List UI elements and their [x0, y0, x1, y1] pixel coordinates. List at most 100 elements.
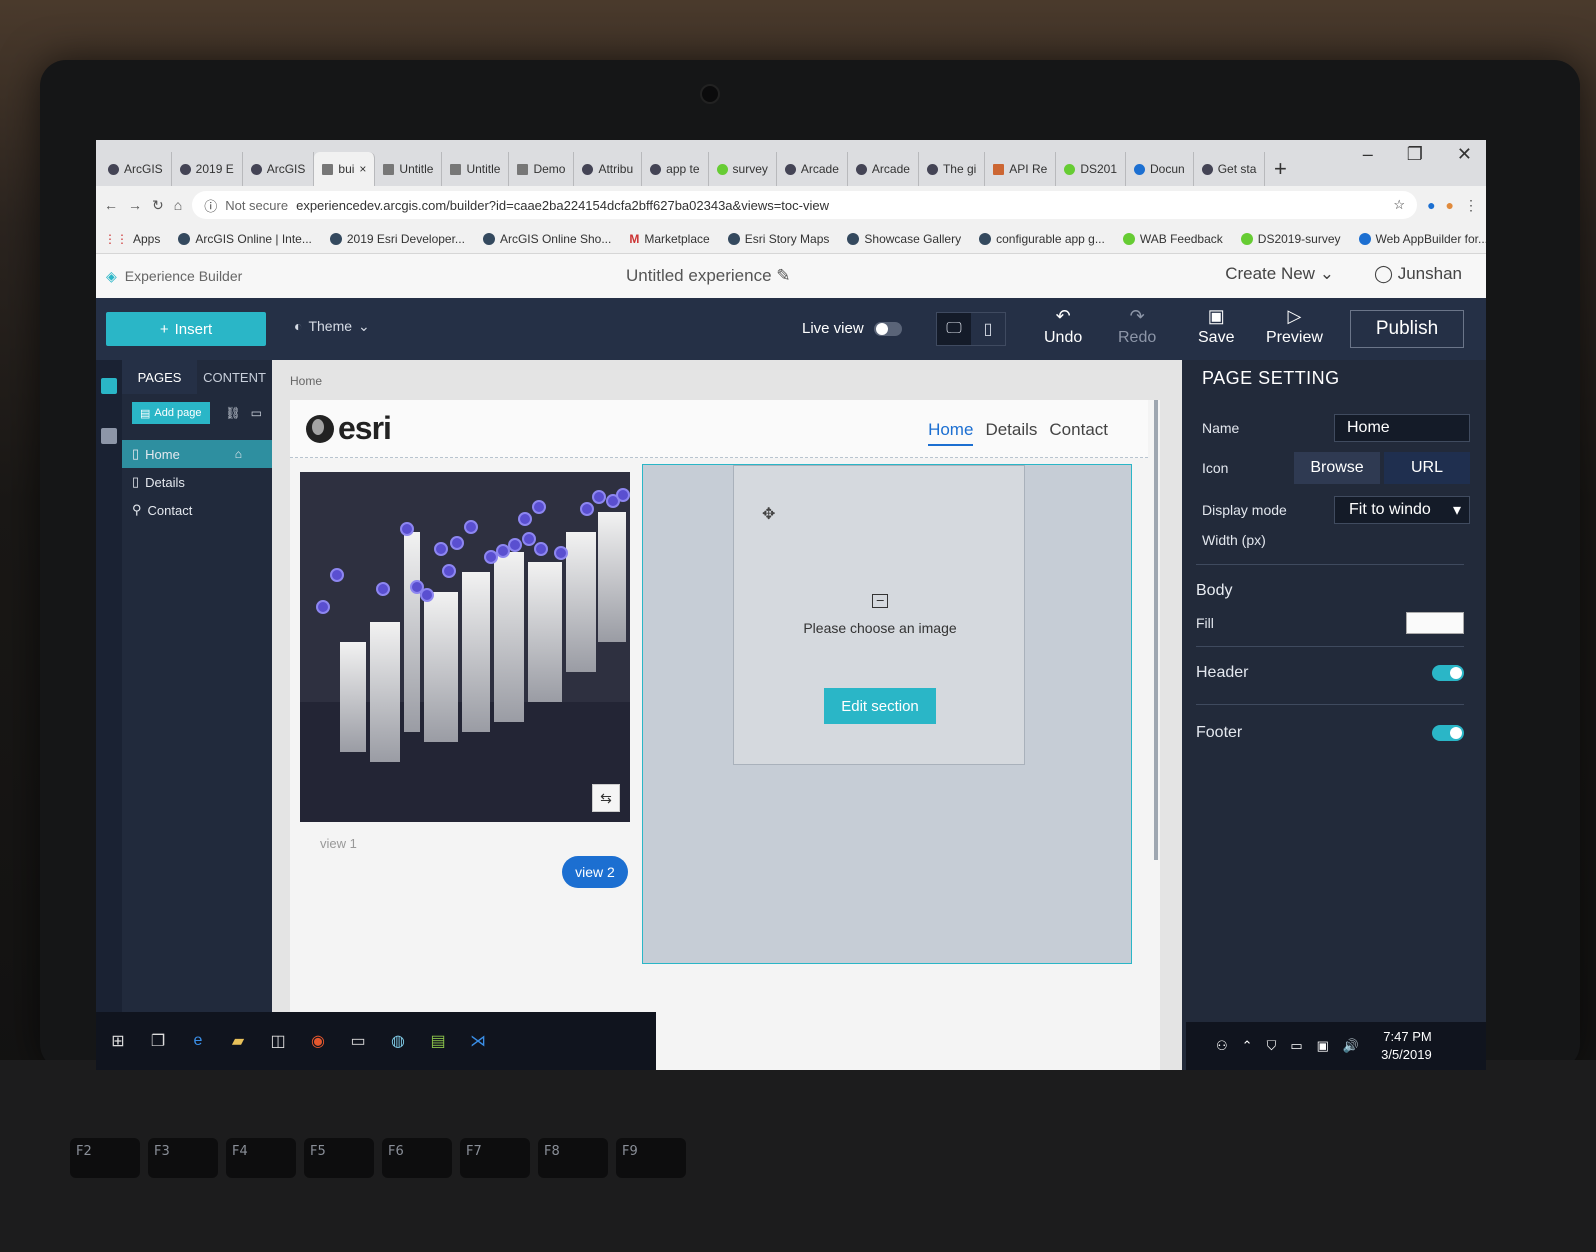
canvas-scrollbar[interactable] — [1154, 400, 1158, 860]
edge-icon[interactable]: e — [188, 1031, 208, 1051]
home-icon[interactable]: ⌂ — [174, 197, 182, 213]
user-menu[interactable]: ◯ Junshan — [1374, 264, 1462, 284]
close-tab-icon[interactable]: × — [359, 162, 366, 176]
star-icon[interactable]: ☆ — [1393, 197, 1405, 213]
profile-avatar[interactable]: ● — [1446, 197, 1454, 213]
desktop-icon[interactable]: 🖵 — [937, 313, 971, 345]
map-pin-icon[interactable] — [330, 568, 344, 582]
bookmark-item[interactable]: M Marketplace — [629, 232, 709, 246]
view-2-button[interactable]: view 2 — [562, 856, 628, 888]
browse-button[interactable]: Browse — [1294, 452, 1380, 484]
section-container[interactable]: ✥ Please choose an image Edit section — [642, 464, 1132, 964]
nav-details[interactable]: Details — [985, 420, 1037, 446]
shield-icon[interactable]: ⛉ — [1267, 1038, 1277, 1054]
insert-button[interactable]: + Insert — [106, 312, 266, 346]
map-pin-icon[interactable] — [420, 588, 434, 602]
page-item-home[interactable]: ▯ Home ⌂ — [122, 440, 272, 468]
map-pin-icon[interactable] — [450, 536, 464, 550]
window-icon[interactable]: ▭ — [348, 1031, 368, 1051]
display-mode-select[interactable]: Fit to windo ▾ — [1334, 496, 1470, 524]
redo-button[interactable]: ↷ Redo — [1118, 306, 1156, 347]
page-item-contact[interactable]: ⚲ Contact — [122, 496, 272, 524]
theme-button[interactable]: ◐ Theme ⌄ — [294, 318, 370, 335]
bookmark-item[interactable]: Showcase Gallery — [847, 232, 961, 246]
map-pin-icon[interactable] — [376, 582, 390, 596]
browser-tab[interactable]: DS201 — [1056, 152, 1127, 186]
bookmark-item[interactable]: configurable app g... — [979, 232, 1105, 246]
fill-color-swatch[interactable] — [1406, 612, 1464, 634]
map-pin-icon[interactable] — [442, 564, 456, 578]
volume-icon[interactable]: 🔊 — [1343, 1038, 1359, 1054]
vscode-icon[interactable]: ⋊ — [468, 1031, 488, 1051]
browser-tab[interactable]: app te — [642, 152, 709, 186]
experience-title[interactable]: Untitled experience ✎ — [626, 266, 791, 286]
map-pin-icon[interactable] — [532, 500, 546, 514]
header-toggle[interactable] — [1432, 665, 1464, 681]
browser-tab-active[interactable]: bui × — [314, 152, 376, 186]
undo-button[interactable]: ↶ Undo — [1044, 306, 1082, 347]
map-pin-icon[interactable] — [400, 522, 414, 536]
file-explorer-icon[interactable]: ▰ — [228, 1031, 248, 1051]
swap-view-button[interactable]: ⇆ — [592, 784, 620, 812]
reload-icon[interactable]: ↻ — [152, 197, 164, 214]
map-pin-icon[interactable] — [534, 542, 548, 556]
browser-tab[interactable]: Attribu — [574, 152, 643, 186]
browser-tab[interactable]: ArcGIS — [243, 152, 315, 186]
mobile-icon[interactable]: ▯ — [971, 313, 1005, 345]
chrome-icon[interactable]: ◉ — [308, 1031, 328, 1051]
close-window-icon[interactable]: ✕ — [1457, 144, 1472, 165]
tab-pages[interactable]: PAGES — [122, 360, 197, 394]
extension-icon[interactable]: ● — [1427, 197, 1435, 213]
browser-tab[interactable]: Get sta — [1194, 152, 1266, 186]
publish-button[interactable]: Publish — [1350, 310, 1464, 348]
folder-icon[interactable]: ▭ — [251, 406, 262, 420]
minimize-icon[interactable]: – — [1363, 144, 1373, 165]
bookmark-item[interactable]: 2019 Esri Developer... — [329, 232, 465, 246]
map-pin-icon[interactable] — [554, 546, 568, 560]
browser-tab[interactable]: 2019 E — [172, 152, 243, 186]
site-header[interactable]: esri Home Details Contact — [290, 400, 1148, 458]
live-view-toggle[interactable] — [873, 321, 902, 336]
browser-tab[interactable]: Arcade — [848, 152, 919, 186]
bookmark-item[interactable]: WAB Feedback — [1122, 232, 1223, 246]
tab-content[interactable]: CONTENT — [197, 360, 272, 394]
bookmark-item[interactable]: Esri Story Maps — [727, 232, 829, 246]
battery-icon[interactable]: ▭ — [1290, 1038, 1302, 1054]
new-tab-button[interactable]: + — [1265, 156, 1295, 186]
image-widget[interactable]: ✥ Please choose an image Edit section — [733, 465, 1025, 765]
page-name-input[interactable]: Home — [1334, 414, 1470, 442]
menu-kebab-icon[interactable]: ⋮ — [1464, 197, 1478, 214]
bookmark-item[interactable]: ArcGIS Online Sho... — [482, 232, 611, 246]
map-widget[interactable]: ⇆ — [300, 472, 630, 822]
browser-tab[interactable]: survey — [709, 152, 777, 186]
browser-tab[interactable]: The gi — [919, 152, 986, 186]
move-icon[interactable]: ✥ — [762, 504, 775, 524]
bookmark-item[interactable]: ArcGIS Online | Inte... — [178, 232, 312, 246]
bookmark-item[interactable]: DS2019-survey — [1240, 232, 1341, 246]
globe-app-icon[interactable]: ◍ — [388, 1031, 408, 1051]
browser-tab[interactable]: Untitle — [375, 152, 443, 186]
map-pin-icon[interactable] — [316, 600, 330, 614]
browser-tab[interactable]: ArcGIS — [100, 152, 172, 186]
windows-start-icon[interactable]: ⊞ — [108, 1031, 128, 1051]
browser-tab[interactable]: Arcade — [777, 152, 848, 186]
map-pin-icon[interactable] — [580, 502, 594, 516]
survey-app-icon[interactable]: ▤ — [428, 1031, 448, 1051]
nav-home[interactable]: Home — [928, 420, 974, 446]
bookmark-item[interactable]: ⋮⋮ Apps — [104, 232, 160, 246]
browser-tab[interactable]: Docun — [1126, 152, 1194, 186]
map-pin-icon[interactable] — [592, 490, 606, 504]
browser-tab[interactable]: API Re — [985, 152, 1057, 186]
forward-arrow-icon[interactable]: → — [128, 197, 142, 213]
restore-icon[interactable]: ❐ — [1407, 144, 1423, 165]
browser-tab[interactable]: Demo — [509, 152, 575, 186]
preview-button[interactable]: ▷ Preview — [1266, 306, 1323, 347]
browser-tab[interactable]: Untitle — [442, 152, 510, 186]
map-pin-icon[interactable] — [434, 542, 448, 556]
task-view-icon[interactable]: ❐ — [148, 1031, 168, 1051]
map-pin-icon[interactable] — [522, 532, 536, 546]
map-pin-icon[interactable] — [518, 512, 532, 526]
chevron-up-icon[interactable]: ⌃ — [1242, 1038, 1253, 1054]
footer-toggle[interactable] — [1432, 725, 1464, 741]
url-button[interactable]: URL — [1384, 452, 1470, 484]
